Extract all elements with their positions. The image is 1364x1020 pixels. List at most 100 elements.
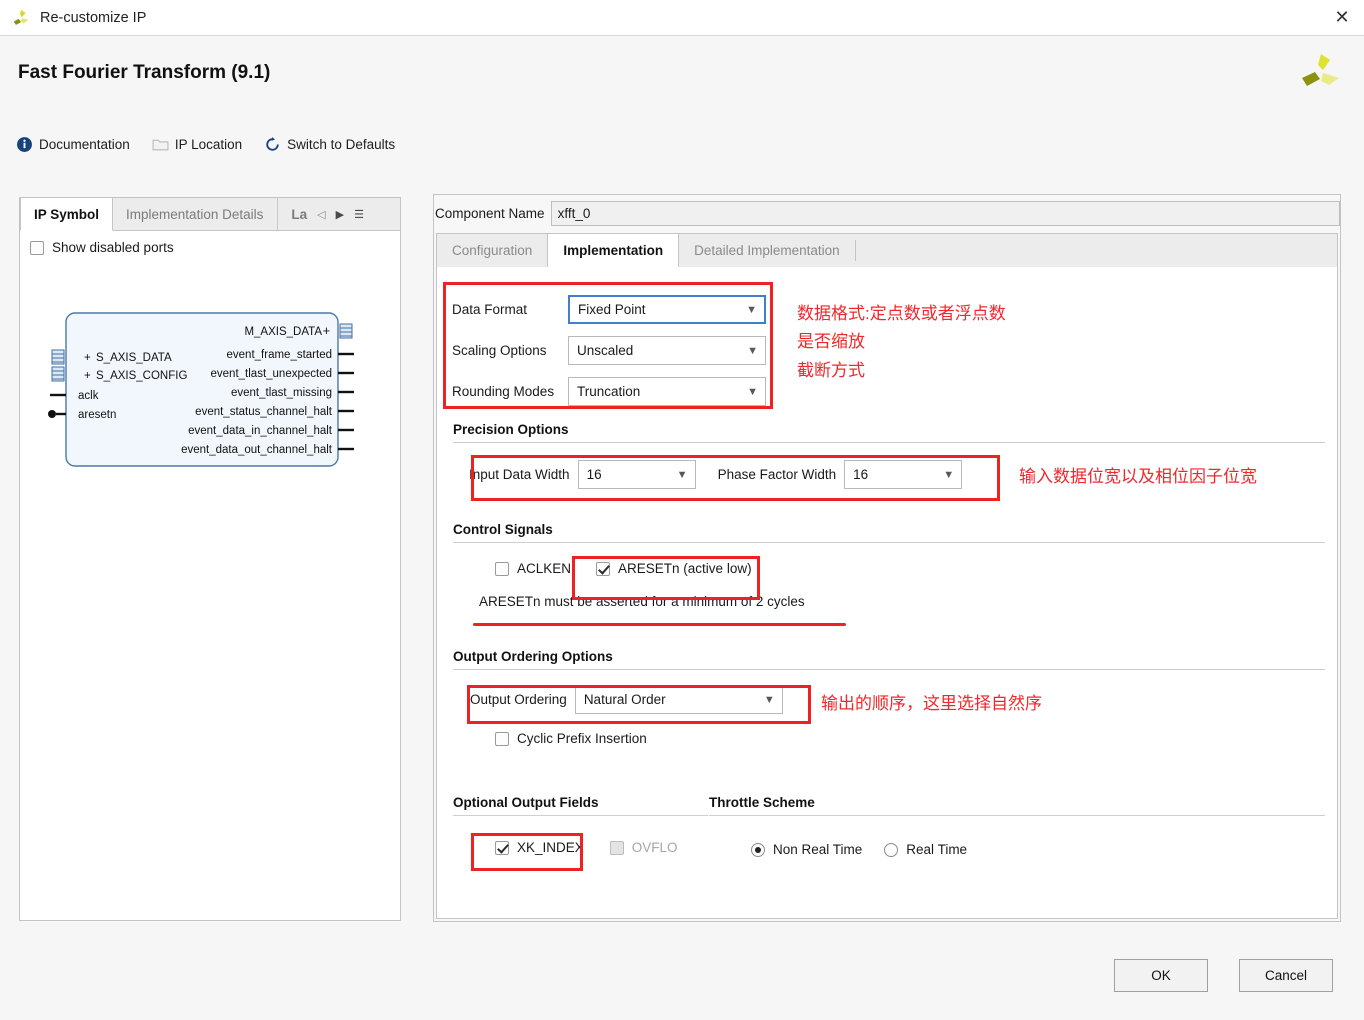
output-ordering-rule	[453, 669, 1325, 670]
port-label-event-data-out-channel-halt: event_data_out_channel_halt	[181, 444, 333, 456]
tab-configuration-label: Configuration	[452, 243, 533, 258]
control-signals-title: Control Signals	[453, 522, 553, 537]
control-signals-section: Control Signals ACLKEN ARESETn (active l…	[453, 522, 1325, 609]
data-format-row: Data Format Fixed Point ▼	[452, 295, 766, 324]
annotation-text-data-format-2: 是否缩放	[797, 332, 865, 351]
optional-output-fields-section: Optional Output Fields XK_INDEX OVFLO	[453, 795, 708, 855]
tab-layers-label: La	[291, 206, 308, 222]
tab-ip-symbol-label: IP Symbol	[34, 206, 100, 222]
tab-implementation-details[interactable]: Implementation Details	[113, 198, 277, 230]
port-label-aresetn: aresetn	[78, 409, 116, 421]
tab-prev-arrow-icon[interactable]: ◁	[312, 198, 330, 230]
folder-icon	[152, 139, 169, 150]
control-signals-row: ACLKEN ARESETn (active low)	[495, 561, 1325, 576]
throttle-scheme-rule	[709, 815, 1325, 816]
chevron-down-icon: ▼	[747, 385, 758, 398]
port-label-event-frame-started: event_frame_started	[227, 349, 332, 361]
component-name-input[interactable]: xfft_0	[550, 201, 1340, 226]
output-ordering-label: Output Ordering	[470, 692, 567, 707]
real-time-radio[interactable]	[884, 842, 899, 857]
optional-output-fields-rule	[453, 815, 708, 816]
refresh-icon	[266, 136, 279, 151]
link-bar: Documentation IP Location Switch to Defa…	[0, 119, 1364, 169]
rounding-modes-value: Truncation	[577, 384, 641, 399]
control-signals-rule	[453, 542, 1325, 543]
port-label-m-axis-data: M_AXIS_DATA	[244, 326, 322, 338]
switch-to-defaults-link-label: Switch to Defaults	[287, 136, 396, 152]
annotation-text-output-ordering: 输出的顺序，这里选择自然序	[821, 694, 1042, 713]
throttle-scheme-title: Throttle Scheme	[709, 795, 815, 810]
input-data-width-select[interactable]: 16 ▼	[577, 460, 696, 489]
data-format-label: Data Format	[452, 302, 528, 317]
show-disabled-ports-row[interactable]: Show disabled ports	[30, 240, 174, 255]
scaling-options-label: Scaling Options	[452, 343, 547, 358]
ovflo-checkbox	[609, 840, 624, 855]
window-title-bar: Re-customize IP ✕	[0, 0, 1364, 36]
config-tabstrip: Configuration Implementation Detailed Im…	[436, 233, 1338, 268]
throttle-scheme-section: Throttle Scheme Non Real Time Real Time	[709, 795, 1325, 857]
xk-index-label: XK_INDEX	[517, 840, 584, 855]
tab-implementation-details-label: Implementation Details	[126, 206, 264, 222]
annotation-text-data-format-1: 数据格式:定点数或者浮点数	[797, 304, 1006, 323]
aresetn-checkbox[interactable]	[596, 561, 611, 576]
annotation-text-precision: 输入数据位宽以及相位因子位宽	[1019, 467, 1257, 486]
port-pin-s-axis-data	[51, 349, 65, 365]
tab-layers-truncated[interactable]: La	[277, 198, 312, 230]
tab-ip-symbol[interactable]: IP Symbol	[20, 198, 114, 231]
close-icon[interactable]: ✕	[1320, 0, 1364, 35]
port-label-s-axis-data: +	[84, 352, 91, 364]
cyclic-prefix-insertion-checkbox[interactable]	[495, 731, 509, 746]
tab-menu-icon[interactable]: ☰	[349, 198, 369, 230]
tab-implementation[interactable]: Implementation	[547, 234, 680, 268]
documentation-link[interactable]: Documentation	[16, 136, 130, 153]
optional-output-fields-row: XK_INDEX OVFLO	[495, 840, 708, 855]
scaling-options-select[interactable]: Unscaled ▼	[568, 336, 766, 365]
chevron-down-icon: ▼	[943, 468, 955, 481]
data-format-value: Fixed Point	[578, 302, 646, 317]
cyclic-prefix-insertion-label: Cyclic Prefix Insertion	[517, 731, 647, 746]
svg-text:S_AXIS_CONFIG: S_AXIS_CONFIG	[96, 370, 187, 382]
show-disabled-ports-label: Show disabled ports	[52, 240, 174, 255]
tab-detailed-implementation[interactable]: Detailed Implementation	[679, 234, 855, 267]
optional-output-fields-title: Optional Output Fields	[453, 795, 599, 810]
output-ordering-select[interactable]: Natural Order ▼	[574, 685, 783, 714]
show-disabled-ports-checkbox[interactable]	[30, 240, 44, 255]
rounding-modes-label: Rounding Modes	[452, 384, 555, 399]
aresetn-note: ARESETn must be asserted for a minimum o…	[479, 594, 805, 609]
xk-index-checkbox[interactable]	[495, 840, 509, 855]
component-name-row: Component Name xfft_0	[434, 201, 1340, 226]
phase-factor-width-value: 16	[853, 467, 869, 482]
aclken-checkbox[interactable]	[495, 561, 509, 576]
cancel-button[interactable]: Cancel	[1239, 959, 1333, 992]
data-format-select[interactable]: Fixed Point ▼	[568, 295, 766, 324]
svg-text:+: +	[323, 324, 330, 338]
port-label-event-status-channel-halt: event_status_channel_halt	[195, 406, 333, 418]
port-pin-s-axis-config	[51, 366, 65, 382]
component-name-label: Component Name	[435, 206, 545, 221]
window-title: Re-customize IP	[40, 9, 147, 26]
tab-implementation-label: Implementation	[563, 243, 664, 258]
phase-factor-width-select[interactable]: 16 ▼	[844, 460, 963, 489]
non-real-time-radio[interactable]	[751, 842, 765, 857]
tab-next-arrow-icon[interactable]: ▶	[331, 198, 349, 230]
ip-location-link[interactable]: IP Location	[152, 136, 242, 153]
ok-button[interactable]: OK	[1114, 959, 1208, 992]
documentation-link-label: Documentation	[39, 136, 130, 152]
implementation-tab-body: Data Format Fixed Point ▼ Scaling Option…	[436, 267, 1338, 919]
ip-symbol-tabstrip: IP Symbol Implementation Details La ◁ ▶ …	[20, 198, 400, 231]
rounding-modes-select[interactable]: Truncation ▼	[568, 377, 766, 406]
switch-to-defaults-link[interactable]: Switch to Defaults	[264, 136, 395, 153]
info-icon	[17, 136, 32, 152]
tab-configuration[interactable]: Configuration	[437, 234, 547, 267]
xilinx-logo-icon	[13, 9, 29, 25]
non-real-time-label: Non Real Time	[773, 842, 863, 857]
port-pin-aresetn	[48, 410, 66, 418]
port-label-event-tlast-unexpected: event_tlast_unexpected	[211, 368, 332, 380]
xilinx-logo	[1302, 54, 1339, 86]
cyclic-prefix-row[interactable]: Cyclic Prefix Insertion	[495, 731, 1325, 746]
chevron-down-icon: ▼	[676, 468, 688, 481]
real-time-label: Real Time	[906, 842, 968, 857]
port-pin-m-axis-data	[339, 323, 353, 339]
precision-options-title: Precision Options	[453, 422, 569, 437]
chevron-down-icon: ▼	[746, 303, 757, 316]
